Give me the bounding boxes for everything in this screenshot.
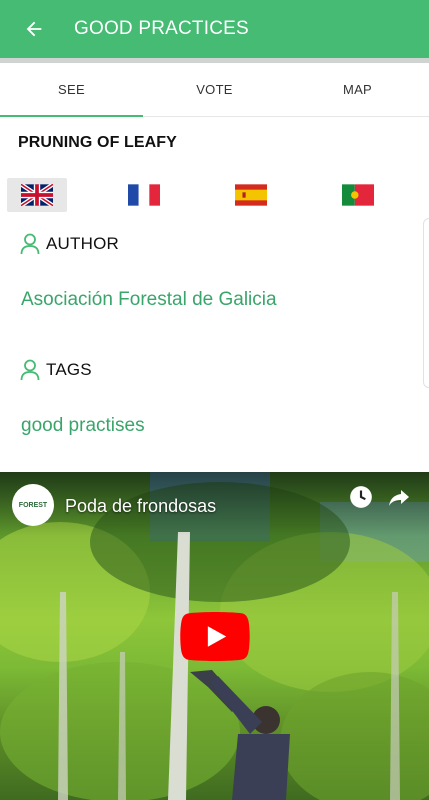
page-title: GOOD PRACTICES: [74, 18, 249, 39]
video-title[interactable]: Poda de frondosas: [65, 496, 216, 517]
back-button[interactable]: [14, 9, 54, 49]
spanish-flag-icon: [235, 184, 267, 206]
tab-vote[interactable]: VOTE: [143, 63, 286, 116]
language-selector: [0, 178, 429, 212]
tags-header: TAGS: [20, 359, 92, 381]
play-icon[interactable]: [180, 612, 250, 661]
person-icon: [20, 233, 40, 255]
app-bar: GOOD PRACTICES: [0, 0, 429, 58]
author-value: Asociación Forestal de Galicia: [21, 289, 277, 310]
arrow-left-icon: [26, 21, 42, 37]
tags-label: TAGS: [46, 360, 92, 379]
portuguese-flag-icon: [342, 184, 374, 206]
watch-later-icon[interactable]: [348, 484, 374, 510]
tab-bar: SEE VOTE MAP: [0, 63, 429, 117]
channel-logo-text: FOREST: [18, 501, 48, 509]
tab-see[interactable]: SEE: [0, 63, 143, 117]
tab-map[interactable]: MAP: [286, 63, 429, 116]
language-spanish-button[interactable]: [221, 178, 281, 212]
share-icon[interactable]: [387, 485, 411, 509]
language-english-button[interactable]: [7, 178, 67, 212]
person-icon: [20, 359, 40, 381]
tags-value[interactable]: good practises: [21, 415, 145, 437]
practice-title: PRUNING OF LEAFY: [18, 134, 177, 151]
author-label: AUTHOR: [46, 234, 119, 253]
french-flag-icon: [128, 184, 160, 206]
english-flag-icon: [21, 184, 53, 206]
author-header: AUTHOR: [20, 233, 119, 255]
video-player[interactable]: FOREST Poda de frondosas: [0, 472, 429, 800]
language-portuguese-button[interactable]: [328, 178, 388, 212]
channel-logo[interactable]: FOREST: [12, 484, 54, 526]
side-panel-edge[interactable]: [423, 218, 429, 388]
language-french-button[interactable]: [114, 178, 174, 212]
